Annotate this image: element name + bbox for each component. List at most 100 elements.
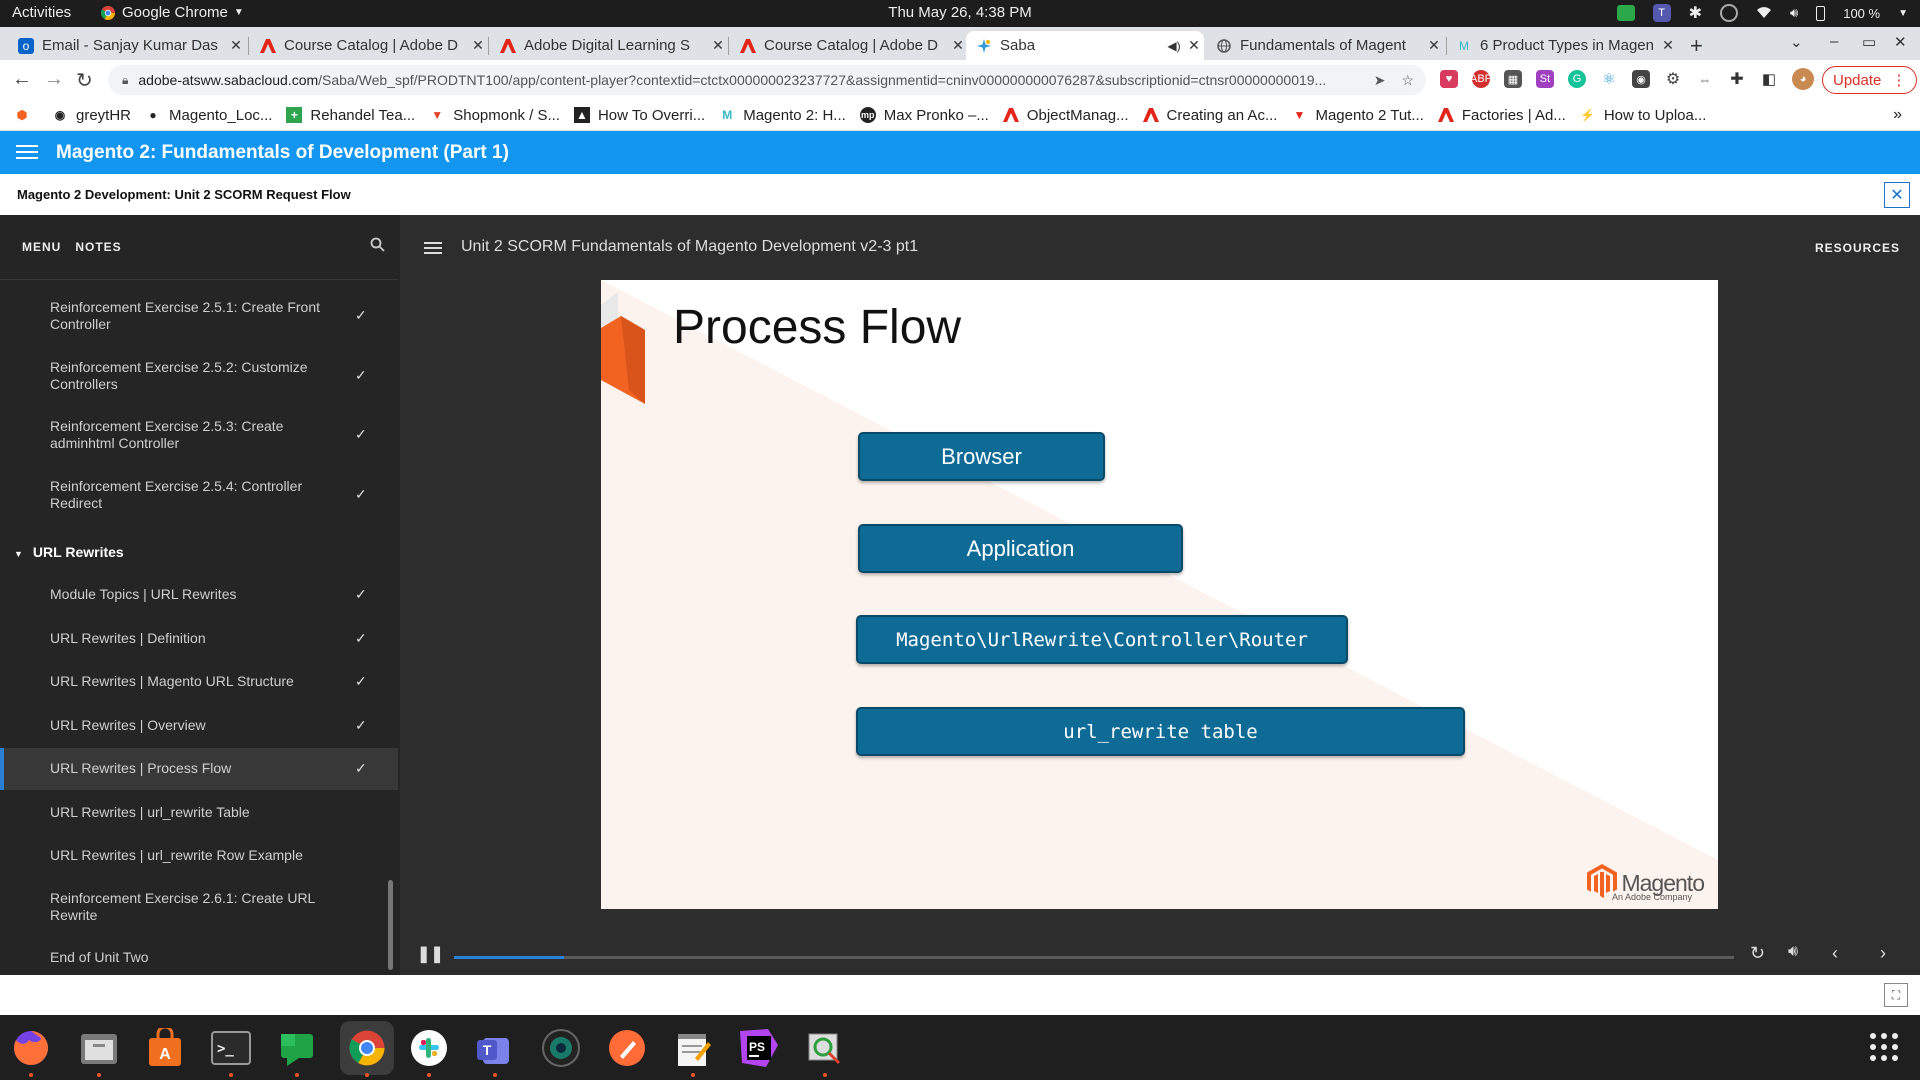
teams-tray-icon[interactable]: T xyxy=(1652,4,1671,22)
firefox-icon[interactable] xyxy=(8,1025,54,1077)
url-text[interactable]: adobe-atsww.sabacloud.com/Saba/Web_spf/P… xyxy=(138,72,1373,88)
forward-icon[interactable]: → xyxy=(44,68,64,91)
bookmark-objectmanager[interactable]: ObjectManag... xyxy=(1002,107,1129,124)
bookmark-greythr[interactable]: ◉ greytHR xyxy=(52,107,131,124)
tab-notes[interactable]: NOTES xyxy=(75,240,121,254)
new-tab-button[interactable]: + xyxy=(1690,33,1703,59)
hamburger-menu-icon[interactable] xyxy=(16,143,38,166)
sidebar-scrollbar[interactable] xyxy=(388,880,393,970)
section-url-rewrites[interactable]: ▼ URL Rewrites xyxy=(14,544,124,560)
menu-item-current[interactable]: URL Rewrites | Process Flow ✓ xyxy=(0,748,398,790)
bookmark-max-pronko[interactable]: mp Max Pronko –... xyxy=(859,107,989,124)
replay-icon[interactable]: ↻ xyxy=(1750,943,1765,964)
postman-icon[interactable] xyxy=(604,1025,650,1071)
close-icon[interactable]: ✕ xyxy=(1184,37,1204,54)
seek-bar[interactable] xyxy=(454,956,1734,959)
tab-fundamentals[interactable]: Fundamentals of Magent ✕ xyxy=(1206,31,1444,60)
avatar[interactable]: ◕ xyxy=(1792,68,1814,90)
address-bar[interactable]: 🔒︎ adobe-atsww.sabacloud.com/Saba/Web_sp… xyxy=(108,65,1426,95)
back-icon[interactable]: ← xyxy=(12,68,32,91)
volume-icon[interactable]: 🔊︎ xyxy=(1790,5,1798,21)
bookmark-how-to-override[interactable]: ▲ How To Overri... xyxy=(573,107,705,124)
activities-button[interactable]: Activities xyxy=(12,4,71,21)
menu-item[interactable]: Reinforcement Exercise 2.5.4: Controller… xyxy=(0,478,398,518)
bookmark-magento-loc[interactable]: ● Magento_Loc... xyxy=(145,107,272,124)
menu-item[interactable]: Module Topics | URL Rewrites ✓ xyxy=(0,586,398,606)
close-icon[interactable]: ✕ xyxy=(468,37,488,54)
camera-icon[interactable] xyxy=(538,1025,584,1071)
menu-item[interactable]: Reinforcement Exercise 2.6.1: Create URL… xyxy=(0,890,398,930)
link-ext-icon[interactable]: ⇔ xyxy=(1696,70,1714,88)
system-tray[interactable]: T ✱ 🔊︎ 100 % ▼ xyxy=(1616,3,1908,23)
maximize-icon[interactable]: ▭ xyxy=(1862,33,1876,51)
window-close-icon[interactable]: ✕ xyxy=(1894,33,1907,51)
chat-icon[interactable] xyxy=(274,1025,320,1077)
tab-course-catalog-1[interactable]: Course Catalog | Adobe D ✕ xyxy=(250,31,488,60)
terminal-icon[interactable]: >_ xyxy=(208,1025,254,1077)
files-icon[interactable] xyxy=(76,1025,122,1077)
resources-button[interactable]: RESOURCES xyxy=(1815,241,1900,255)
react-ext-icon[interactable]: ⚛ xyxy=(1600,70,1618,88)
close-player-button[interactable]: ✕ xyxy=(1884,182,1910,208)
side-panel-icon[interactable]: ◧ xyxy=(1760,70,1778,88)
menu-item[interactable]: URL Rewrites | Magento URL Structure ✓ xyxy=(0,673,398,693)
tab-course-catalog-2[interactable]: Course Catalog | Adobe D ✕ xyxy=(730,31,968,60)
software-icon[interactable]: A xyxy=(142,1025,188,1071)
bookmark-magento-2-h[interactable]: M Magento 2: H... xyxy=(719,107,846,124)
tab-product-types[interactable]: M 6 Product Types in Magen ✕ xyxy=(1446,31,1678,60)
phpstorm-icon[interactable]: PS xyxy=(736,1025,782,1071)
extensions-puzzle-icon[interactable]: ✚ xyxy=(1728,70,1746,88)
screenshot-icon[interactable] xyxy=(802,1025,848,1077)
slack-icon[interactable] xyxy=(406,1025,452,1077)
grammarly-icon[interactable]: G xyxy=(1568,70,1586,88)
bookmark-rehandel[interactable]: + Rehandel Tea... xyxy=(286,107,415,124)
updates-tray-icon[interactable] xyxy=(1720,4,1739,22)
bookmark-factories[interactable]: Factories | Ad... xyxy=(1437,107,1566,124)
bookmark-shopmonk[interactable]: ▼ Shopmonk / S... xyxy=(429,107,560,124)
wifi-icon[interactable] xyxy=(1756,5,1772,22)
lock-icon[interactable]: 🔒︎ xyxy=(122,73,128,88)
tab-search-icon[interactable]: ⌄ xyxy=(1790,33,1803,51)
menu-item[interactable]: Reinforcement Exercise 2.5.2: Customize … xyxy=(0,359,398,399)
bookmark-how-to-upload[interactable]: ⚡ How to Uploa... xyxy=(1580,107,1706,124)
gear-ext-icon[interactable]: ⚙ xyxy=(1664,70,1682,88)
close-icon[interactable]: ✕ xyxy=(948,37,968,54)
menu-item[interactable]: Reinforcement Exercise 2.5.3: Create adm… xyxy=(0,418,398,458)
power-menu-icon[interactable]: ▼ xyxy=(1898,8,1908,19)
volume-icon[interactable]: 🔊︎ xyxy=(1788,943,1798,961)
pause-icon[interactable]: ❚❚ xyxy=(417,944,444,964)
bookmark-creating[interactable]: Creating an Ac... xyxy=(1142,107,1277,124)
menu-item[interactable]: URL Rewrites | Overview ✓ xyxy=(0,717,398,737)
update-button[interactable]: Update ⋮ xyxy=(1822,66,1918,94)
chrome-icon[interactable] xyxy=(340,1021,394,1077)
more-bookmarks-icon[interactable]: » xyxy=(1893,106,1902,124)
menu-item[interactable]: URL Rewrites | url_rewrite Table xyxy=(0,804,398,824)
fullscreen-icon[interactable]: ⛶ xyxy=(1884,983,1908,1007)
menu-item[interactable]: URL Rewrites | url_rewrite Row Example xyxy=(0,847,398,867)
bookmark-magento-2-tut[interactable]: ▼ Magento 2 Tut... xyxy=(1291,107,1424,124)
close-icon[interactable]: ✕ xyxy=(1424,37,1444,54)
menu-item[interactable]: Reinforcement Exercise 2.5.1: Create Fro… xyxy=(0,299,398,339)
close-icon[interactable]: ✕ xyxy=(1658,37,1678,54)
tab-menu[interactable]: MENU xyxy=(22,240,61,254)
previous-slide-icon[interactable]: ‹ xyxy=(1832,943,1838,964)
tab-email[interactable]: o Email - Sanjay Kumar Das ✕ xyxy=(8,31,246,60)
tab-adobe-digital-learning[interactable]: Adobe Digital Learning S ✕ xyxy=(490,31,728,60)
battery-icon[interactable] xyxy=(1816,5,1826,21)
next-slide-icon[interactable]: › xyxy=(1880,943,1886,964)
record-ext-icon[interactable]: ◉ xyxy=(1632,70,1650,88)
app-menu[interactable]: Google Chrome ▼ xyxy=(100,4,244,21)
app-grid-icon[interactable] xyxy=(1870,1033,1898,1061)
content-menu-icon[interactable] xyxy=(424,241,442,260)
close-icon[interactable]: ✕ xyxy=(226,37,246,54)
audio-playing-icon[interactable]: ◀︎) xyxy=(1164,39,1184,53)
close-icon[interactable]: ✕ xyxy=(708,37,728,54)
reload-icon[interactable]: ↻ xyxy=(76,68,93,93)
slack-tray-icon[interactable]: ✱ xyxy=(1689,3,1702,23)
menu-item[interactable]: End of Unit Two xyxy=(0,949,398,969)
calendar-ext-icon[interactable]: ▦ xyxy=(1504,70,1522,88)
extension-heart-icon[interactable]: ♥ xyxy=(1440,70,1458,88)
bookmark-item[interactable]: ⬢ xyxy=(14,107,38,123)
tab-saba[interactable]: Saba ◀︎) ✕ xyxy=(966,31,1204,60)
adblock-icon[interactable]: ABP xyxy=(1470,70,1492,88)
